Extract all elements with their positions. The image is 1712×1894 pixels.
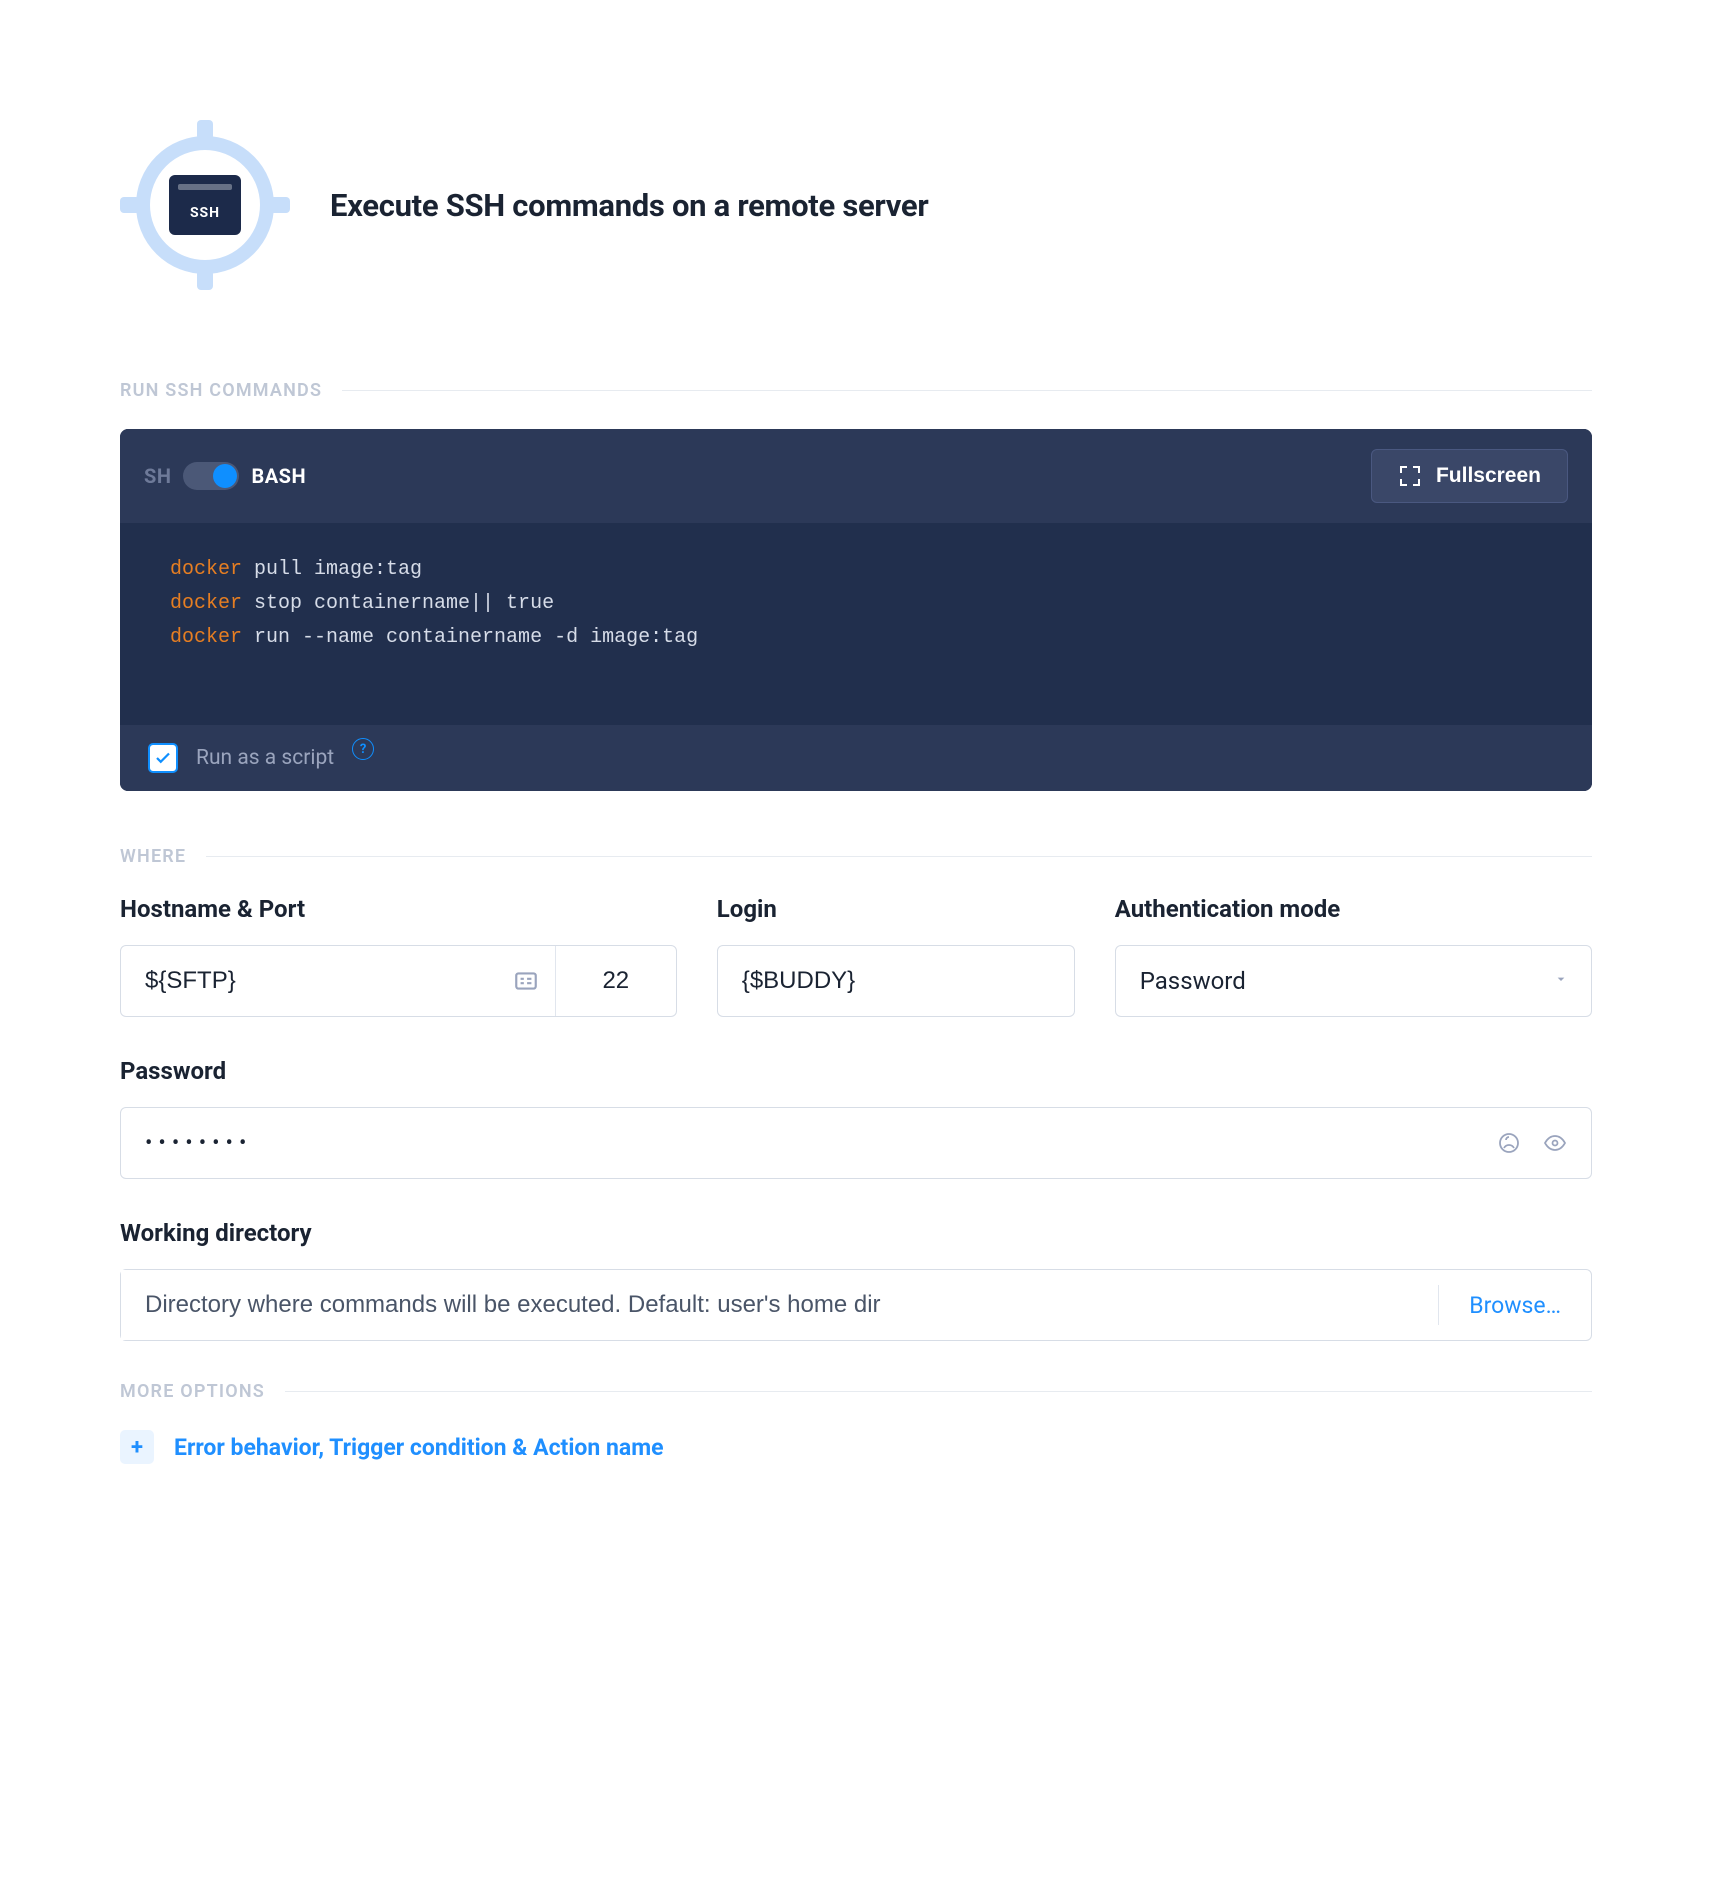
code-line: docker run --name containername -d image… <box>170 621 1542 655</box>
fullscreen-button[interactable]: Fullscreen <box>1371 449 1568 503</box>
check-icon <box>154 749 172 767</box>
port-input[interactable] <box>556 946 676 1016</box>
variable-picker-icon[interactable] <box>513 946 555 1016</box>
code-editor[interactable]: docker pull image:tag docker stop contai… <box>120 523 1592 725</box>
ssh-tile-icon: SSH <box>169 175 241 235</box>
login-label: Login <box>717 895 1075 923</box>
working-dir-input[interactable] <box>121 1270 1438 1340</box>
section-where: WHERE <box>120 846 1592 867</box>
section-label-text: WHERE <box>120 846 186 867</box>
fullscreen-icon <box>1398 464 1422 488</box>
more-options-link[interactable]: Error behavior, Trigger condition & Acti… <box>174 1434 664 1461</box>
action-badge: SSH <box>120 120 290 290</box>
run-as-script-label: Run as a script <box>196 746 334 770</box>
code-panel: SH BASH Fullscreen docker pull image:tag… <box>120 429 1592 791</box>
hostname-input[interactable] <box>121 946 513 1016</box>
shell-toggle[interactable]: SH BASH <box>144 462 306 490</box>
section-label-text: RUN SSH COMMANDS <box>120 380 322 401</box>
working-dir-label: Working directory <box>120 1219 1592 1247</box>
help-icon[interactable]: ? <box>352 738 374 760</box>
section-run-ssh: RUN SSH COMMANDS <box>120 380 1592 401</box>
code-line: docker pull image:tag <box>170 553 1542 587</box>
shell-option-sh[interactable]: SH <box>144 464 171 488</box>
ssh-tile-label: SSH <box>169 205 241 221</box>
run-as-script-checkbox[interactable] <box>148 743 178 773</box>
password-label: Password <box>120 1057 1592 1085</box>
password-input-wrap: •••••••• <box>120 1107 1592 1179</box>
eye-icon[interactable] <box>1543 1131 1567 1155</box>
password-input[interactable]: •••••••• <box>145 1131 1497 1156</box>
auth-mode-label: Authentication mode <box>1115 895 1592 923</box>
shell-option-bash[interactable]: BASH <box>251 464 306 488</box>
expand-more-options-button[interactable]: + <box>120 1430 154 1464</box>
code-line: docker stop containername|| true <box>170 587 1542 621</box>
browse-button[interactable]: Browse… <box>1439 1292 1591 1319</box>
hostname-port-input-group <box>120 945 677 1017</box>
hostname-port-label: Hostname & Port <box>120 895 677 923</box>
support-icon[interactable] <box>1497 1131 1521 1155</box>
auth-mode-value: Password <box>1116 946 1591 1016</box>
toggle-switch[interactable] <box>183 462 239 490</box>
auth-mode-select[interactable]: Password <box>1115 945 1592 1017</box>
section-more-options: MORE OPTIONS <box>120 1381 1592 1402</box>
chevron-down-icon <box>1553 971 1569 991</box>
section-label-text: MORE OPTIONS <box>120 1381 265 1402</box>
fullscreen-label: Fullscreen <box>1436 464 1541 488</box>
login-input[interactable] <box>718 946 1074 1016</box>
page-title: Execute SSH commands on a remote server <box>330 187 928 224</box>
